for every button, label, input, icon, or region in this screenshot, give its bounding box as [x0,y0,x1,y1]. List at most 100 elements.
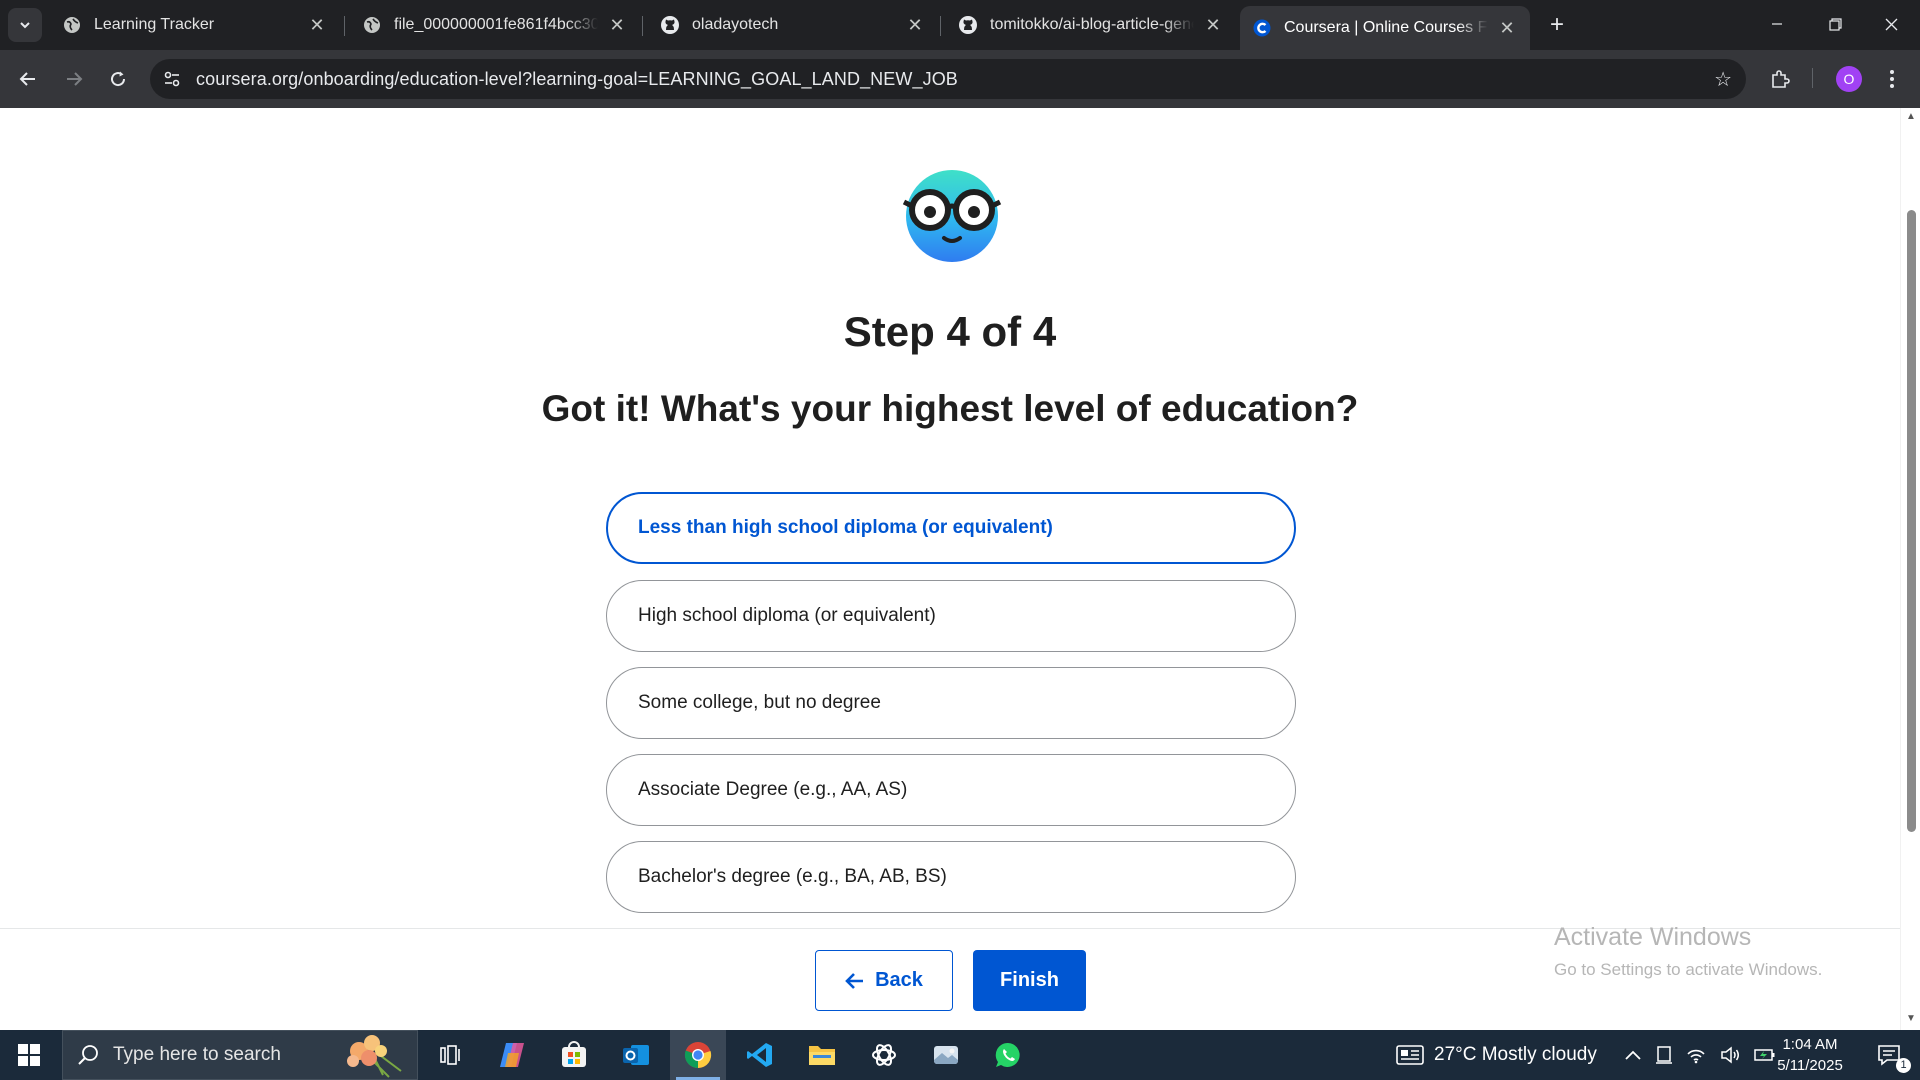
tablet-icon[interactable] [1656,1046,1672,1064]
url-text: coursera.org/onboarding/education-level?… [196,68,958,89]
browser-menu-button[interactable] [1874,61,1910,97]
tab-learning-tracker[interactable]: Learning Tracker ✕ [50,6,340,44]
option-label: Some college, but no degree [638,692,881,713]
chrome-icon [684,1042,712,1069]
tab-title: Coursera | Online Courses From [1284,19,1488,36]
tab-title: file_000000001fe861f4bcc30429 [394,16,598,33]
microsoft-store-icon [562,1041,586,1067]
start-button[interactable] [0,1030,58,1080]
close-icon[interactable]: ✕ [1496,17,1518,39]
address-bar[interactable]: coursera.org/onboarding/education-level?… [150,59,1746,99]
photos-icon [934,1046,958,1064]
chrome-button[interactable] [670,1030,726,1080]
option-label: Less than high school diploma (or equiva… [638,517,1053,538]
close-icon[interactable]: ✕ [606,14,628,36]
tab-title: tomitokko/ai-blog-article-gene [990,16,1194,33]
education-option-some-college[interactable]: Some college, but no degree [606,667,1296,739]
tab-title: Learning Tracker [94,16,215,33]
whatsapp-button[interactable] [980,1030,1036,1080]
coursera-mascot-icon [902,170,1002,262]
task-view-icon [440,1045,460,1065]
file-explorer-icon [809,1046,835,1065]
toolbar-separator [1812,68,1813,88]
tab-coursera[interactable]: Coursera | Online Courses From ✕ [1240,6,1530,50]
github-icon [660,15,680,35]
windows-taskbar: Type here to search 27°C Mostly cloudy 1… [0,1030,1920,1080]
copilot-button[interactable] [484,1030,540,1080]
puzzle-icon [1772,70,1790,88]
taskbar-search[interactable]: Type here to search [62,1030,418,1080]
taskbar-clock[interactable]: 1:04 AM 5/11/2025 [1762,1034,1858,1076]
site-info-icon[interactable] [152,59,192,99]
microsoft-store-button[interactable] [546,1030,602,1080]
wifi-icon[interactable] [1686,1046,1706,1064]
outlook-button[interactable] [608,1030,664,1080]
arrow-right-icon [67,72,83,86]
new-tab-button[interactable]: + [1544,11,1570,38]
more-vert-icon [1890,70,1894,88]
scroll-down-icon[interactable]: ▼ [1905,1014,1917,1024]
close-icon[interactable]: ✕ [1202,14,1224,36]
close-icon[interactable]: ✕ [306,14,328,36]
tab-search-button[interactable] [8,8,42,42]
close-window-button[interactable] [1862,0,1920,48]
weather-widget[interactable]: 27°C Mostly cloudy [1396,1030,1597,1080]
bookmark-star-icon[interactable]: ☆ [1714,67,1732,92]
watermark-title: Activate Windows [1554,923,1752,951]
windows-logo-icon [18,1044,40,1066]
minimize-button[interactable] [1748,0,1806,48]
back-button[interactable]: Back [815,950,953,1011]
globe-icon [62,15,82,35]
close-icon[interactable]: ✕ [904,14,926,36]
education-option-bachelors[interactable]: Bachelor's degree (e.g., BA, AB, BS) [606,841,1296,913]
whatsapp-icon [995,1042,1020,1067]
restore-button[interactable] [1806,0,1864,48]
back-label: Back [875,969,923,991]
profile-avatar[interactable]: O [1836,66,1862,92]
chatgpt-icon [872,1044,896,1066]
scroll-thumb[interactable] [1907,210,1916,832]
search-placeholder: Type here to search [113,1044,281,1065]
vscode-button[interactable] [732,1030,788,1080]
notification-badge: 1 [1896,1058,1911,1073]
finish-button[interactable]: Finish [973,950,1086,1011]
volume-icon[interactable] [1720,1046,1740,1064]
education-option-associate[interactable]: Associate Degree (e.g., AA, AS) [606,754,1296,826]
photos-button[interactable] [918,1030,974,1080]
arrow-left-icon [19,72,35,86]
reload-button[interactable] [100,61,136,97]
browser-toolbar: coursera.org/onboarding/education-level?… [0,50,1920,108]
back-nav-button[interactable] [10,61,46,97]
onboarding-page: Step 4 of 4 Got it! What's your highest … [0,108,1900,1030]
activate-windows-watermark: Activate Windows Go to Settings to activ… [1554,923,1822,980]
notification-center-button[interactable]: 1 [1862,1030,1918,1080]
page-scrollbar[interactable]: ▲ ▼ [1900,108,1920,1030]
chevron-up-icon[interactable] [1624,1049,1642,1061]
task-view-button[interactable] [422,1030,478,1080]
chevron-down-icon [20,22,30,29]
tab-file[interactable]: file_000000001fe861f4bcc30429 ✕ [350,6,640,44]
minimize-icon [1772,23,1782,25]
weather-text: 27°C Mostly cloudy [1434,1044,1597,1065]
tab-oladayotech[interactable]: oladayotech ✕ [648,6,938,44]
flowers-icon [347,1035,402,1078]
step-title: Step 4 of 4 [843,308,1057,355]
clock-time: 1:04 AM [1782,1036,1838,1053]
chatgpt-button[interactable] [856,1030,912,1080]
extensions-button[interactable] [1762,61,1798,97]
reload-icon [111,71,126,87]
tab-separator [940,16,941,36]
tab-ai-blog[interactable]: tomitokko/ai-blog-article-gene ✕ [946,6,1236,44]
file-explorer-button[interactable] [794,1030,850,1080]
github-icon [958,15,978,35]
forward-nav-button[interactable] [56,61,92,97]
clock-date: 5/11/2025 [1777,1057,1843,1074]
education-option-high-school[interactable]: High school diploma (or equivalent) [606,580,1296,652]
coursera-icon [1252,18,1272,38]
scroll-up-icon[interactable]: ▲ [1905,112,1917,122]
arrow-left-icon [845,972,864,989]
copilot-icon [500,1043,524,1067]
education-option-less-than-high-school[interactable]: Less than high school diploma (or equiva… [606,492,1296,564]
system-tray [1624,1030,1776,1080]
option-label: Associate Degree (e.g., AA, AS) [638,779,908,800]
